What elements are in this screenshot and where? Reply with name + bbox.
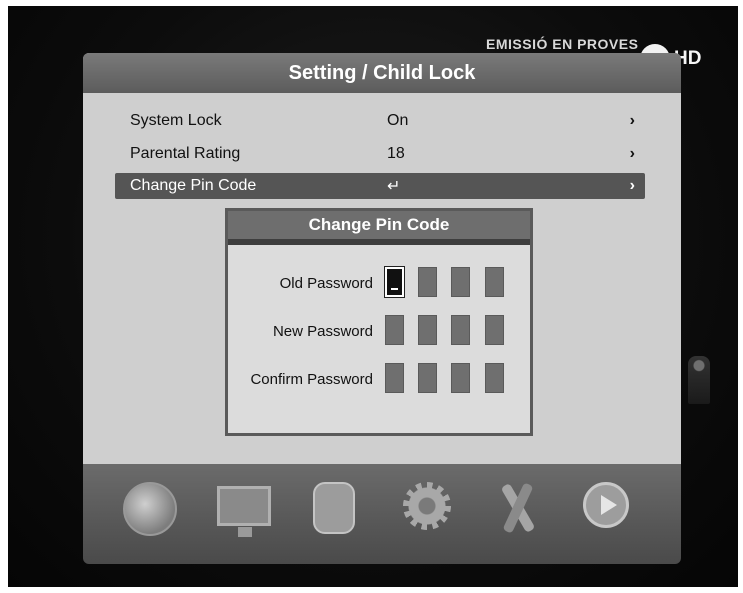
tv-icon[interactable]: [217, 482, 277, 542]
menu-item-label: Change Pin Code: [130, 177, 257, 194]
tools-icon[interactable]: [493, 482, 553, 542]
pin-digit-input[interactable]: [385, 363, 404, 393]
chevron-right-icon: ›: [629, 112, 635, 129]
enter-icon: ↵: [387, 178, 401, 195]
pin-digit-input[interactable]: [384, 266, 405, 298]
film-icon: [313, 482, 355, 534]
gear-icon: [403, 482, 451, 530]
menu-item-value: On: [387, 112, 409, 129]
pin-digit-input[interactable]: [418, 315, 437, 345]
pin-digit-input[interactable]: [418, 267, 437, 297]
main-menu-bar: [83, 464, 681, 564]
confirm-password-row: Confirm Password: [228, 363, 530, 397]
pin-digit-input[interactable]: [485, 267, 504, 297]
tools-icon: [493, 482, 543, 534]
chevron-right-icon: ›: [629, 177, 635, 194]
film-icon[interactable]: [313, 482, 373, 542]
pin-digit-input[interactable]: [451, 315, 470, 345]
old-password-label: Old Password: [279, 275, 373, 292]
confirm-password-label: Confirm Password: [250, 371, 373, 388]
pin-digit-input[interactable]: [451, 267, 470, 297]
dialog-title: Change Pin Code: [228, 211, 530, 245]
settings-panel: Setting / Child Lock System Lock On › Pa…: [83, 53, 681, 473]
menu-item-parental-rating[interactable]: Parental Rating 18 ›: [115, 141, 645, 167]
new-password-row: New Password: [228, 315, 530, 349]
pin-digit-input[interactable]: [385, 315, 404, 345]
globe-icon: [123, 482, 177, 536]
old-password-row: Old Password: [228, 266, 530, 301]
pin-digit-input[interactable]: [451, 363, 470, 393]
play-icon: [583, 482, 629, 528]
menu-item-value: 18: [387, 145, 405, 162]
chevron-right-icon: ›: [629, 145, 635, 162]
globe-icon[interactable]: [123, 482, 183, 542]
menu-item-change-pin-code[interactable]: Change Pin Code ↵ ›: [115, 173, 645, 199]
change-pin-dialog: Change Pin Code Old Password New Passwor…: [225, 208, 533, 436]
tv-icon: [217, 486, 271, 537]
menu-item-label: System Lock: [130, 112, 222, 129]
pin-digit-input[interactable]: [418, 363, 437, 393]
pin-digit-input[interactable]: [485, 363, 504, 393]
broadcast-notice: EMISSIÓ EN PROVES: [486, 36, 639, 52]
new-password-label: New Password: [272, 323, 373, 340]
play-icon[interactable]: [583, 482, 643, 542]
gear-icon[interactable]: [403, 482, 463, 542]
menu-item-label: Parental Rating: [130, 145, 241, 162]
menu-item-system-lock[interactable]: System Lock On ›: [115, 108, 645, 134]
panel-title: Setting / Child Lock: [83, 53, 681, 93]
pin-digit-input[interactable]: [485, 315, 504, 345]
background-figure: [688, 356, 710, 404]
